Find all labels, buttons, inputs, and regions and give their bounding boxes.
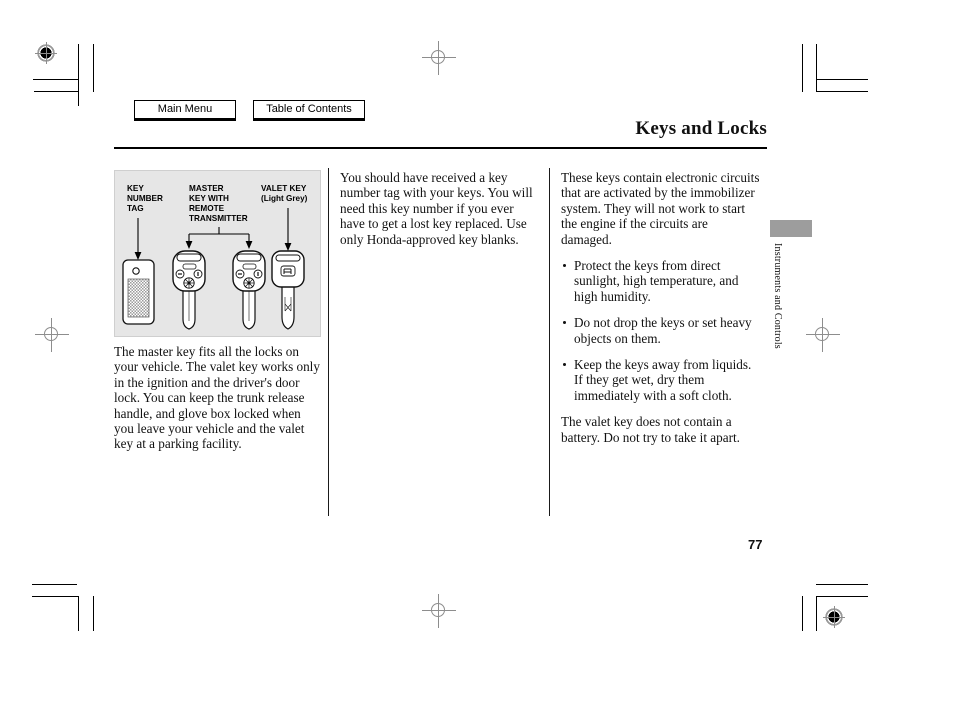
crop-mark <box>33 79 78 80</box>
table-of-contents-button[interactable]: Table of Contents <box>253 100 365 119</box>
svg-text:VALET KEY: VALET KEY <box>261 184 307 193</box>
list-item-text: Keep the keys away from liquids. If they… <box>574 357 752 403</box>
list-item: Do not drop the keys or set heavy object… <box>561 315 761 346</box>
left-column-paragraph: The master key fits all the locks on you… <box>114 344 320 452</box>
registration-target-icon <box>821 604 847 630</box>
svg-text:(Light Grey): (Light Grey) <box>261 194 308 203</box>
crop-mark <box>816 44 817 92</box>
keys-illustration: KEY NUMBER TAG MASTER KEY WITH REMOTE TR… <box>114 170 321 337</box>
crop-mark <box>816 584 868 585</box>
svg-text:KEY WITH: KEY WITH <box>189 194 229 203</box>
main-menu-button[interactable]: Main Menu <box>134 100 236 119</box>
crop-mark <box>802 596 803 631</box>
crop-mark <box>816 79 868 80</box>
crop-mark <box>816 91 868 92</box>
right-column-intro: These keys contain electronic circuits t… <box>561 170 760 247</box>
leader-arrow-master-key <box>188 227 250 243</box>
manual-page: Main Menu Table of Contents Keys and Loc… <box>0 0 954 712</box>
list-item: Protect the keys from direct sunlight, h… <box>561 258 761 304</box>
registration-crosshair-icon <box>35 318 69 352</box>
crop-mark <box>78 596 79 631</box>
registration-crosshair-icon <box>422 41 456 75</box>
middle-column-paragraph: You should have received a key number ta… <box>340 170 533 247</box>
navigation-bar: Main Menu Table of Contents <box>134 100 365 119</box>
master-key-illustration-1 <box>172 250 206 330</box>
crop-mark <box>816 596 868 597</box>
title-divider <box>114 147 767 149</box>
crop-mark <box>93 44 94 92</box>
crop-mark <box>32 596 78 597</box>
figure-label-key-number-tag: KEY NUMBER TAG <box>127 184 163 213</box>
crop-mark <box>32 584 77 585</box>
figure-label-valet-key: VALET KEY (Light Grey) <box>261 184 308 203</box>
svg-text:KEY: KEY <box>127 184 144 193</box>
middle-column: You should have received a key number ta… <box>340 170 540 258</box>
right-column-closing: The valet key does not contain a battery… <box>561 414 740 445</box>
page-title: Keys and Locks <box>635 118 767 139</box>
crop-mark <box>34 91 78 92</box>
section-tab-block <box>770 220 812 237</box>
left-column: The master key fits all the locks on you… <box>114 344 321 463</box>
page-number: 77 <box>748 537 763 552</box>
figure-label-master-key: MASTER KEY WITH REMOTE TRANSMITTER <box>189 184 248 223</box>
list-item: Keep the keys away from liquids. If they… <box>561 357 761 403</box>
crop-mark <box>93 596 94 631</box>
crop-mark <box>802 44 803 92</box>
registration-target-icon <box>33 40 59 66</box>
svg-text:REMOTE: REMOTE <box>189 204 225 213</box>
crop-mark <box>816 596 817 631</box>
svg-text:TAG: TAG <box>127 204 144 213</box>
valet-key-illustration <box>271 250 305 330</box>
list-item-text: Do not drop the keys or set heavy object… <box>574 315 752 346</box>
svg-text:NUMBER: NUMBER <box>127 194 163 203</box>
svg-text:MASTER: MASTER <box>189 184 224 193</box>
master-key-illustration-2 <box>232 250 266 330</box>
key-number-tag-illustration <box>122 259 155 325</box>
right-column: These keys contain electronic circuits t… <box>561 170 761 456</box>
registration-crosshair-icon <box>422 594 456 628</box>
section-tab-label: Instruments and Controls <box>772 243 783 349</box>
column-divider <box>328 168 329 516</box>
column-divider <box>549 168 550 516</box>
list-item-text: Protect the keys from direct sunlight, h… <box>574 258 739 304</box>
registration-crosshair-icon <box>806 318 840 352</box>
care-instructions-list: Protect the keys from direct sunlight, h… <box>561 258 761 403</box>
svg-text:TRANSMITTER: TRANSMITTER <box>189 214 248 223</box>
crop-mark <box>78 44 79 106</box>
